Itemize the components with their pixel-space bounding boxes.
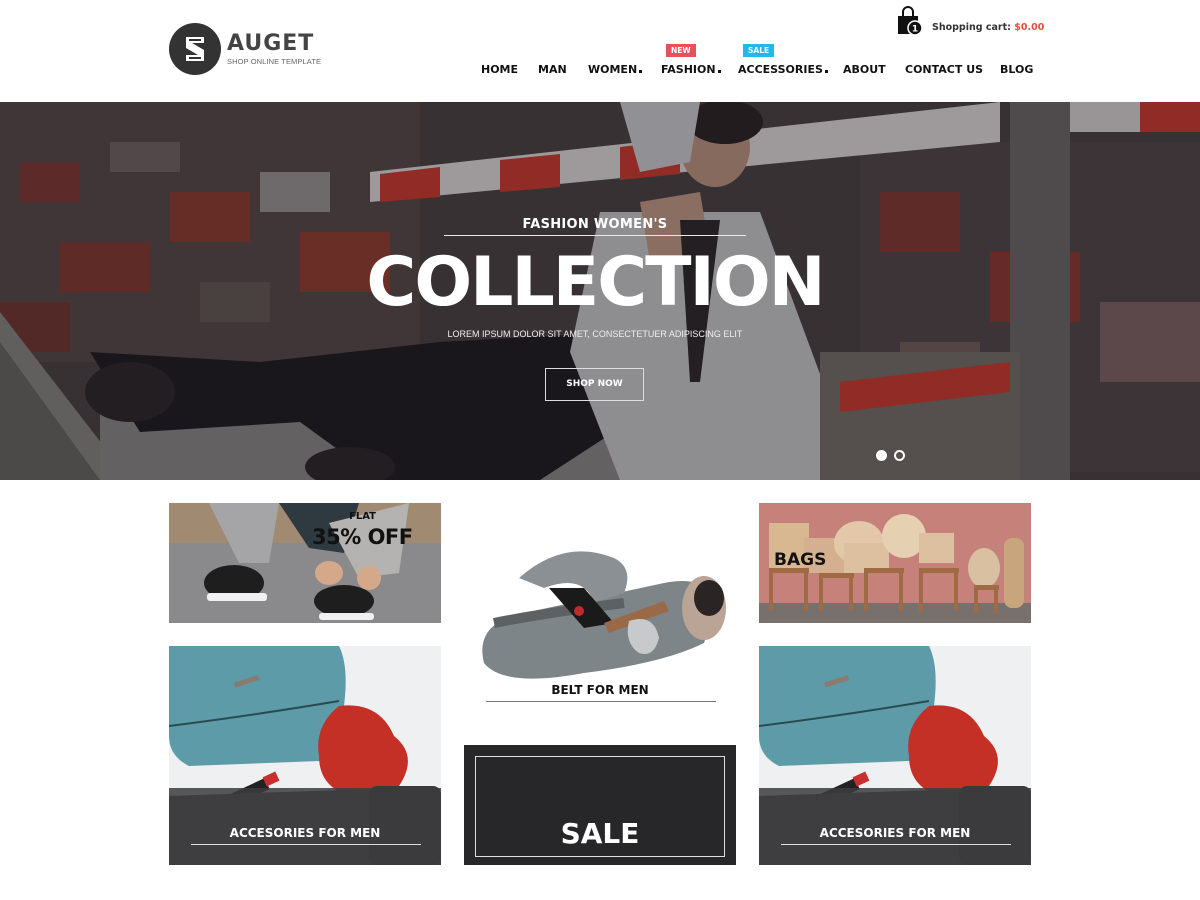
belt-label: BELT FOR MEN bbox=[551, 683, 649, 697]
belt-image bbox=[482, 551, 726, 679]
main-nav: HOME MAN WOMEN NEW FASHION SALE ACCESSOR… bbox=[0, 44, 1200, 79]
banner-sale[interactable]: SALE bbox=[464, 745, 736, 865]
slider-dot-1[interactable] bbox=[876, 450, 887, 461]
accessories-divider bbox=[191, 844, 421, 845]
shopping-bag-icon: 1 bbox=[897, 6, 923, 36]
cart-label: Shopping cart: bbox=[932, 21, 1011, 33]
banner-accessories-left[interactable]: ACCESORIES FOR MEN bbox=[169, 646, 441, 865]
site-header: AUGET SHOP ONLINE TEMPLATE 1 Shopping ca… bbox=[0, 0, 1200, 102]
shop-now-button[interactable]: SHOP NOW bbox=[545, 368, 644, 401]
nav-fashion[interactable]: NEW FASHION bbox=[661, 44, 721, 76]
nav-contact-us[interactable]: CONTACT US bbox=[905, 63, 983, 76]
accessories-label: ACCESORIES FOR MEN bbox=[819, 826, 971, 840]
dropdown-caret-icon bbox=[717, 70, 721, 73]
discount-label: 35% OFF bbox=[312, 525, 413, 549]
hero-divider bbox=[444, 235, 746, 236]
banner-shoes-discount[interactable]: FLAT 35% OFF bbox=[169, 503, 441, 623]
accessories-divider bbox=[781, 844, 1011, 845]
nav-women[interactable]: WOMEN bbox=[588, 63, 643, 76]
logo-name: AUGET bbox=[227, 30, 315, 56]
nav-man[interactable]: MAN bbox=[538, 63, 567, 76]
shoes-image bbox=[169, 503, 441, 623]
banner-accessories-right[interactable]: ACCESORIES FOR MEN bbox=[759, 646, 1031, 865]
cart-count: 1 bbox=[912, 25, 918, 35]
nav-blog[interactable]: BLOG bbox=[1000, 63, 1033, 76]
shopping-cart[interactable]: 1 Shopping cart: $0.00 bbox=[897, 6, 1044, 36]
sale-label: SALE bbox=[560, 817, 640, 850]
hero-subtitle: FASHION WOMEN'S bbox=[522, 217, 668, 232]
cart-amount: $0.00 bbox=[1014, 21, 1045, 33]
hero-slider: FASHION WOMEN'S COLLECTION LOREM IPSUM D… bbox=[0, 102, 1200, 480]
nav-home[interactable]: HOME bbox=[481, 63, 518, 76]
banner-belt-for-men[interactable]: BELT FOR MEN bbox=[464, 503, 736, 708]
hero-description: LOREM IPSUM DOLOR SIT AMET, CONSECTETUER… bbox=[447, 329, 743, 339]
new-badge: NEW bbox=[666, 44, 696, 57]
nav-about[interactable]: ABOUT bbox=[843, 63, 886, 76]
accessories-label: ACCESORIES FOR MEN bbox=[229, 826, 381, 840]
nav-accessories[interactable]: SALE ACCESSORIES bbox=[738, 44, 828, 76]
bags-label: BAGS bbox=[774, 550, 827, 570]
dropdown-caret-icon bbox=[639, 70, 643, 73]
belt-divider bbox=[486, 701, 716, 702]
sale-badge: SALE bbox=[743, 44, 775, 57]
flat-label: FLAT bbox=[349, 511, 376, 522]
dropdown-caret-icon bbox=[824, 70, 828, 73]
hero-title: COLLECTION bbox=[366, 243, 825, 322]
slider-dot-2[interactable] bbox=[894, 450, 905, 461]
banner-bags[interactable]: BAGS bbox=[759, 503, 1031, 623]
